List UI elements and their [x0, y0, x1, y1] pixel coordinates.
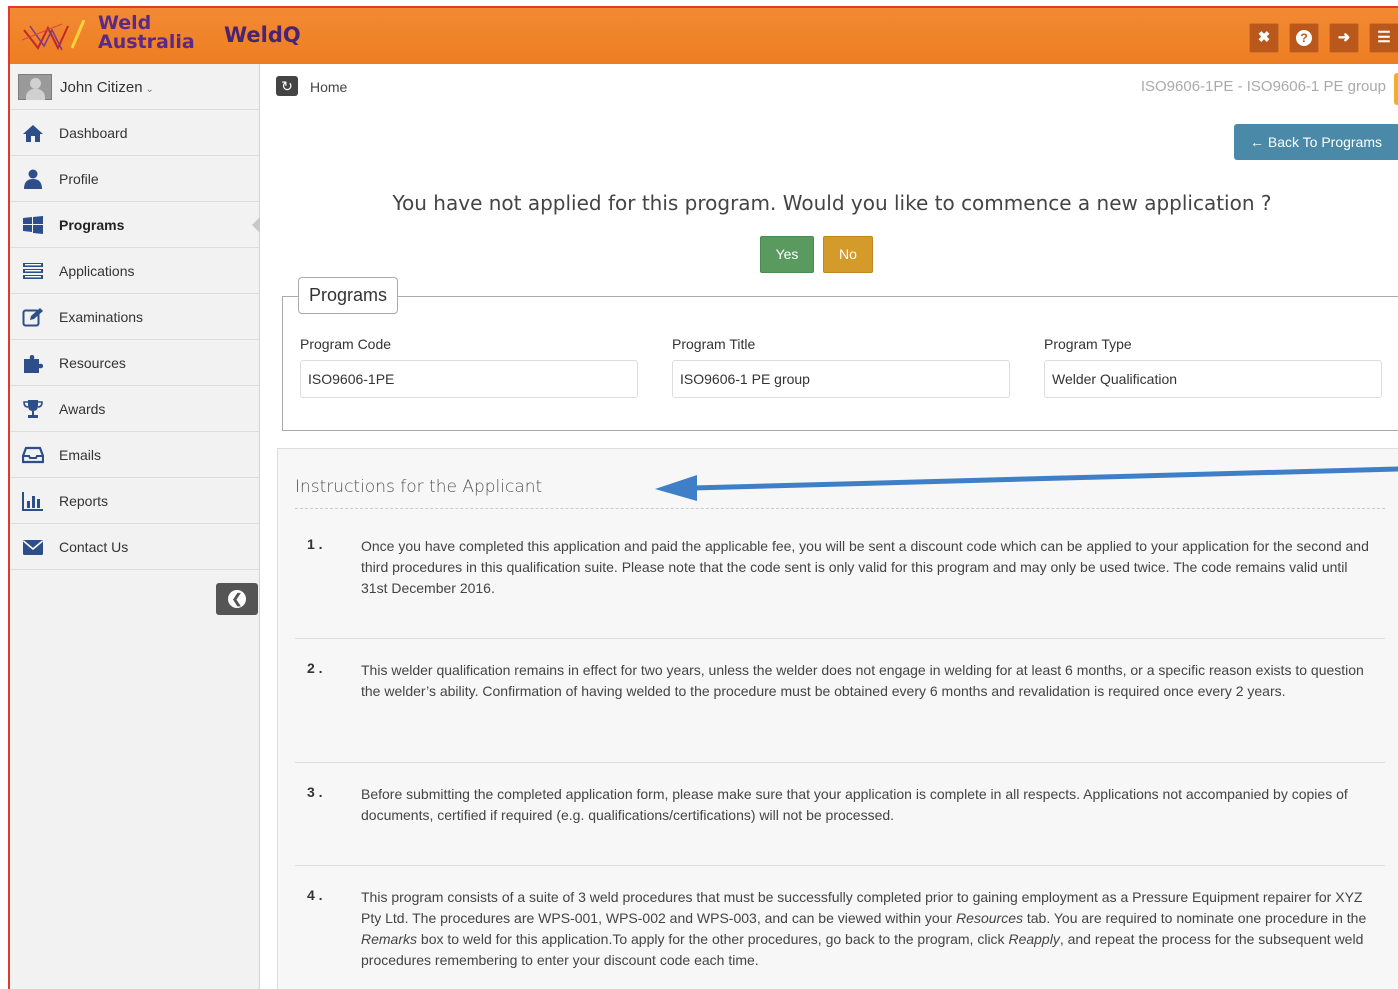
app-frame: Weld Australia WeldQ ✖ ? ➜ ☰ John Citize… — [8, 6, 1398, 989]
sidebar-item-dashboard[interactable]: Dashboard — [10, 110, 259, 156]
weld-australia-logo[interactable]: Weld Australia — [22, 14, 222, 58]
context-badge[interactable] — [1394, 73, 1398, 105]
edit-icon — [22, 308, 43, 327]
envelope-icon — [22, 540, 44, 555]
yes-button[interactable]: Yes — [760, 236, 814, 273]
sidebar-item-label: Dashboard — [59, 125, 128, 141]
no-button[interactable]: No — [823, 236, 873, 273]
program-title-field[interactable]: ISO9606-1 PE group — [672, 360, 1010, 398]
fullscreen-button[interactable]: ✖ — [1249, 23, 1279, 53]
user-name: John Citizen — [60, 79, 143, 96]
sidebar-item-label: Applications — [59, 263, 135, 279]
breadcrumb-home[interactable]: Home — [310, 79, 347, 95]
sidebar-item-programs[interactable]: Programs — [10, 202, 260, 248]
instruction-text-part: tab. You are required to nominate one pr… — [1022, 910, 1367, 926]
list-icon — [23, 263, 43, 279]
instruction-text-part: box to weld for this application.To appl… — [417, 931, 1009, 947]
main-content: ↻ Home ISO9606-1PE - ISO9606-1 PE group … — [260, 64, 1398, 989]
apply-prompt: You have not applied for this program. W… — [392, 191, 1272, 215]
instruction-text: This program consists of a suite of 3 we… — [361, 887, 1377, 971]
resources-tab-reference: Resources — [956, 910, 1023, 926]
instruction-divider — [295, 762, 1385, 763]
sidebar-item-examinations[interactable]: Examinations — [10, 294, 259, 340]
instructions-divider — [295, 508, 1385, 509]
avatar — [18, 74, 52, 100]
app-name: WeldQ — [224, 23, 301, 47]
help-button[interactable]: ? — [1289, 23, 1319, 53]
instructions-title: Instructions for the Applicant — [295, 477, 543, 497]
sidebar-item-applications[interactable]: Applications — [10, 248, 259, 294]
sidebar-item-label: Examinations — [59, 309, 144, 325]
programs-legend: Programs — [298, 277, 399, 314]
sidebar-item-emails[interactable]: Emails — [10, 432, 259, 478]
instructions-panel: Instructions for the Applicant 1 . Once … — [277, 448, 1398, 989]
windows-icon — [23, 216, 43, 234]
chevron-down-icon: ⌄ — [145, 84, 154, 95]
hamburger-icon: ☰ — [1377, 29, 1391, 46]
user-icon — [24, 169, 42, 189]
back-button-label: Back To Programs — [1267, 134, 1383, 150]
instruction-divider — [295, 638, 1385, 639]
back-to-programs-button[interactable]: ← Back To Programs — [1234, 124, 1398, 160]
menu-button[interactable]: ☰ — [1369, 23, 1398, 53]
sidebar-item-resources[interactable]: Resources — [10, 340, 259, 386]
program-title-label: Program Title — [672, 336, 756, 352]
instruction-number: 3 . — [307, 784, 323, 800]
logo-mark-icon — [22, 20, 86, 51]
refresh-icon[interactable]: ↻ — [276, 76, 298, 96]
instruction-number: 2 . — [307, 660, 323, 676]
sidebar-item-label: Resources — [59, 355, 126, 371]
breadcrumb: ↻ Home ISO9606-1PE - ISO9606-1 PE group — [260, 64, 1398, 110]
reapply-reference: Reapply — [1008, 931, 1060, 947]
arrow-left-icon: ❮ — [228, 590, 246, 608]
logo-text: Weld Australia — [98, 14, 195, 52]
instruction-text: This welder qualification remains in eff… — [361, 662, 1364, 699]
puzzle-icon — [24, 355, 43, 373]
bar-chart-icon — [22, 492, 43, 511]
active-indicator — [252, 217, 260, 233]
logout-button[interactable]: ➜ — [1329, 23, 1359, 53]
sidebar-item-label: Profile — [59, 171, 99, 187]
sidebar-item-reports[interactable]: Reports — [10, 478, 259, 524]
logout-icon: ➜ — [1337, 29, 1351, 46]
logo-line-2: Australia — [98, 31, 195, 53]
program-type-label: Program Type — [1044, 336, 1132, 352]
sidebar-item-label: Emails — [59, 447, 102, 463]
top-bar: Weld Australia WeldQ ✖ ? ➜ ☰ — [10, 8, 1398, 64]
collapse-sidebar-button[interactable]: ❮ — [216, 583, 258, 615]
expand-icon: ✖ — [1257, 29, 1271, 46]
instruction-text: Before submitting the completed applicat… — [361, 786, 1348, 823]
breadcrumb-context: ISO9606-1PE - ISO9606-1 PE group — [1140, 78, 1386, 95]
sidebar-item-label: Contact Us — [59, 539, 129, 555]
user-menu[interactable]: John Citizen ⌄ — [10, 64, 259, 110]
sidebar-item-label: Reports — [59, 493, 109, 509]
instruction-text: Once you have completed this application… — [361, 538, 1369, 596]
program-code-field[interactable]: ISO9606-1PE — [300, 360, 638, 398]
question-icon: ? — [1296, 30, 1312, 46]
sidebar-item-label: Awards — [59, 401, 106, 417]
sidebar-item-profile[interactable]: Profile — [10, 156, 259, 202]
user-name-wrap: John Citizen ⌄ — [60, 79, 154, 96]
home-icon — [23, 125, 43, 142]
program-type-field[interactable]: Welder Qualification — [1044, 360, 1382, 398]
remarks-box-reference: Remarks — [361, 931, 418, 947]
sidebar-item-contact-us[interactable]: Contact Us — [10, 524, 259, 570]
sidebar: John Citizen ⌄ Dashboard Profile Programs… — [10, 64, 260, 989]
program-code-label: Program Code — [300, 336, 392, 352]
trophy-icon — [23, 400, 43, 418]
instruction-number: 1 . — [307, 536, 323, 552]
sidebar-item-awards[interactable]: Awards — [10, 386, 259, 432]
inbox-icon — [22, 446, 44, 464]
arrow-left-icon: ← — [1250, 134, 1264, 150]
instruction-divider — [295, 865, 1385, 866]
instruction-number: 4 . — [307, 887, 323, 903]
sidebar-item-label: Programs — [59, 217, 125, 233]
annotation-arrow — [655, 466, 1398, 501]
